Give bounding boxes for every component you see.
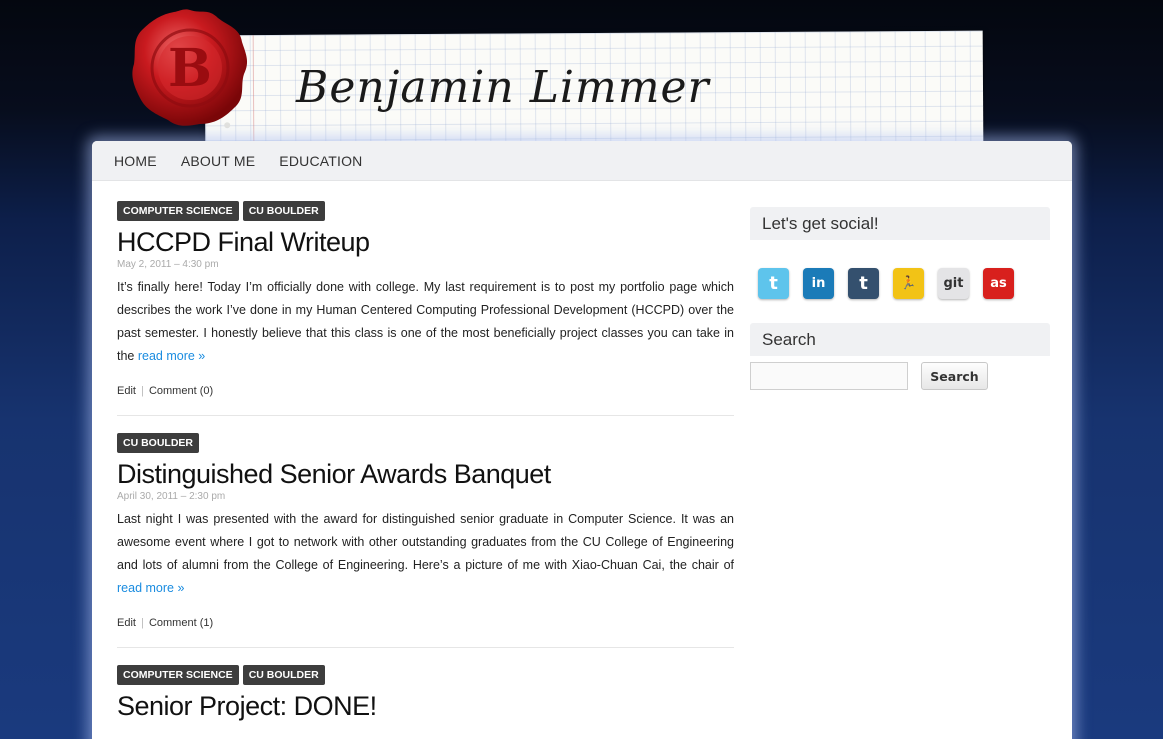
page-container: HOME ABOUT ME EDUCATION COMPUTER SCIENCE… bbox=[92, 141, 1072, 739]
twitter-glyph: t bbox=[769, 273, 778, 294]
linkedin-glyph: in bbox=[811, 276, 826, 291]
site-header: B Benjamin Limmer bbox=[0, 0, 1163, 148]
meta-separator: | bbox=[141, 617, 144, 629]
post-meta: Edit | Comment (0) bbox=[117, 385, 734, 397]
comments-link[interactable]: Comment (1) bbox=[149, 617, 213, 629]
github-icon[interactable]: git bbox=[938, 268, 969, 299]
social-widget: Let's get social! t in t 🏃 git as bbox=[750, 207, 1050, 302]
nav-home[interactable]: HOME bbox=[114, 153, 157, 169]
search-input[interactable] bbox=[750, 362, 908, 390]
comments-link[interactable]: Comment (0) bbox=[149, 385, 213, 397]
search-widget-title: Search bbox=[750, 323, 1050, 356]
post-excerpt: Last night I was presented with the awar… bbox=[117, 508, 734, 600]
post-tags: COMPUTER SCIENCE CU BOULDER bbox=[117, 665, 734, 685]
edit-link[interactable]: Edit bbox=[117, 385, 136, 397]
read-more-link[interactable]: read more » bbox=[117, 581, 184, 595]
search-button[interactable]: Search bbox=[921, 362, 988, 390]
tumblr-glyph: t bbox=[859, 273, 868, 294]
nav-about-me[interactable]: ABOUT ME bbox=[181, 153, 255, 169]
wax-seal-logo[interactable]: B bbox=[128, 6, 252, 130]
post-excerpt-text: Last night I was presented with the awar… bbox=[117, 512, 734, 572]
nav-education[interactable]: EDUCATION bbox=[279, 153, 362, 169]
github-glyph: git bbox=[943, 276, 964, 291]
twitter-icon[interactable]: t bbox=[758, 268, 789, 299]
post-date: April 30, 2011 – 2:30 pm bbox=[117, 491, 226, 502]
tumblr-icon[interactable]: t bbox=[848, 268, 879, 299]
aim-icon[interactable]: 🏃 bbox=[893, 268, 924, 299]
linkedin-icon[interactable]: in bbox=[803, 268, 834, 299]
site-title[interactable]: Benjamin Limmer bbox=[296, 62, 710, 113]
main-nav: HOME ABOUT ME EDUCATION bbox=[92, 141, 1072, 181]
svg-text:B: B bbox=[168, 38, 212, 99]
post-date: May 2, 2011 – 4:30 pm bbox=[117, 259, 219, 270]
read-more-link[interactable]: read more » bbox=[138, 349, 205, 363]
social-widget-title: Let's get social! bbox=[750, 207, 1050, 240]
edit-link[interactable]: Edit bbox=[117, 617, 136, 629]
tag-computer-science[interactable]: COMPUTER SCIENCE bbox=[117, 665, 239, 685]
tag-cu-boulder[interactable]: CU BOULDER bbox=[242, 665, 325, 685]
post: COMPUTER SCIENCE CU BOULDER Senior Proje… bbox=[117, 665, 734, 739]
post-excerpt: It’s finally here! Today I’m officially … bbox=[117, 276, 734, 368]
lastfm-glyph: as bbox=[990, 276, 1007, 291]
lastfm-icon[interactable]: as bbox=[983, 268, 1014, 299]
post-meta: Edit | Comment (1) bbox=[117, 617, 734, 629]
tag-computer-science[interactable]: COMPUTER SCIENCE bbox=[117, 201, 239, 221]
search-widget: Search Search bbox=[750, 323, 1050, 390]
post: CU BOULDER Distinguished Senior Awards B… bbox=[117, 433, 734, 648]
social-icons: t in t 🏃 git as bbox=[758, 268, 1050, 302]
post: COMPUTER SCIENCE CU BOULDER HCCPD Final … bbox=[117, 201, 734, 416]
post-tags: CU BOULDER bbox=[117, 433, 734, 453]
tag-cu-boulder[interactable]: CU BOULDER bbox=[117, 433, 199, 453]
aim-glyph: 🏃 bbox=[900, 276, 917, 291]
meta-separator: | bbox=[141, 385, 144, 397]
search-form: Search bbox=[750, 362, 1050, 390]
sidebar: Let's get social! t in t 🏃 git as Search Sear… bbox=[750, 207, 1050, 390]
post-tags: COMPUTER SCIENCE CU BOULDER bbox=[117, 201, 734, 221]
post-excerpt-text: It’s finally here! Today I’m officially … bbox=[117, 280, 734, 363]
post-title[interactable]: HCCPD Final Writeup bbox=[117, 227, 734, 257]
post-title[interactable]: Distinguished Senior Awards Banquet bbox=[117, 459, 734, 489]
tag-cu-boulder[interactable]: CU BOULDER bbox=[242, 201, 325, 221]
post-list: COMPUTER SCIENCE CU BOULDER HCCPD Final … bbox=[117, 201, 734, 739]
post-title[interactable]: Senior Project: DONE! bbox=[117, 691, 734, 721]
